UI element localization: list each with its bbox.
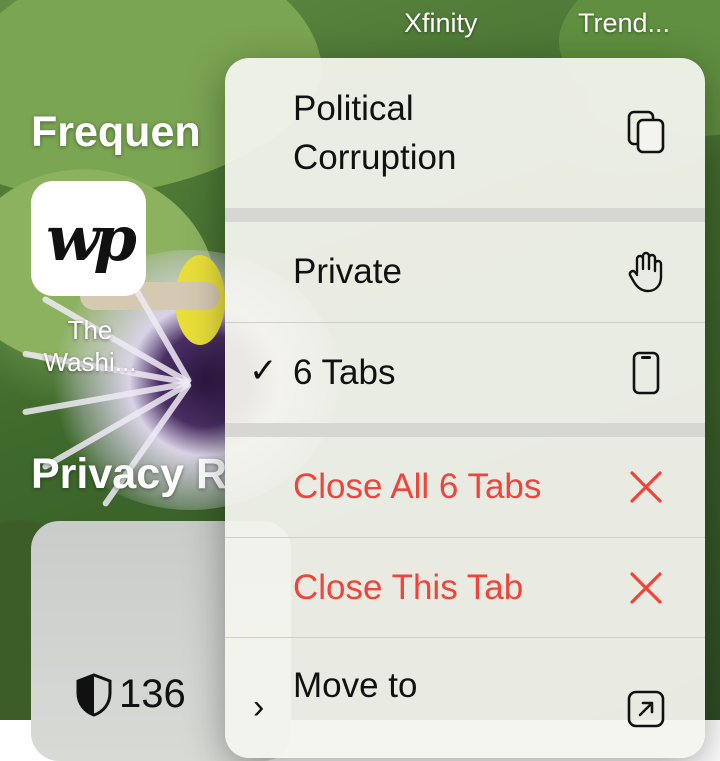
move-to-label: Move to [293,666,418,705]
tab-group-name-line1: Political [293,89,414,128]
washington-post-tile[interactable]: wp [31,181,146,296]
favorite-trend-label[interactable]: Trend... [578,8,670,39]
checkmark-icon: ✓ [249,352,278,390]
favorite-xfinity-label[interactable]: Xfinity [404,8,478,39]
frequently-visited-title: Frequen [31,108,201,156]
arrow-up-right-square-icon [623,686,669,732]
close-this-label: Close This Tab [293,568,524,607]
privacy-report-title: Privacy R [31,450,228,498]
tab-groups-menu: Political Corruption Private ✓ 6 Tabs Cl… [225,58,705,758]
iphone-icon [623,350,669,396]
tab-group-icon [623,109,669,155]
caption-line-2: Washi... [43,347,137,377]
close-all-label: Close All 6 Tabs [293,467,542,506]
shield-icon [76,672,112,717]
washington-post-caption[interactable]: The Washi... [20,314,160,378]
tabs-label: 6 Tabs [293,353,396,392]
close-icon [623,565,669,611]
menu-item-private[interactable]: Private [225,222,705,322]
favorites-row: Xfinity Trend... [0,0,720,50]
menu-item-move-to[interactable]: › Move to [225,638,705,758]
private-label: Private [293,252,402,291]
caption-line-1: The [67,315,113,345]
menu-item-political-corruption[interactable]: Political Corruption [225,58,705,208]
close-icon [623,464,669,510]
menu-item-close-this-tab[interactable]: Close This Tab [225,538,705,638]
menu-section-divider [225,423,705,437]
chevron-right-icon: › [253,688,265,726]
menu-item-6-tabs[interactable]: ✓ 6 Tabs [225,323,705,423]
menu-section-divider [225,208,705,222]
menu-item-close-all-tabs[interactable]: Close All 6 Tabs [225,437,705,537]
tab-group-name-line2: Corruption [293,138,457,177]
washington-post-logo: wp [46,202,137,275]
tracker-count-value: 136 [119,672,186,716]
tracker-count: 136 [75,672,186,717]
hand-raised-icon [623,249,669,295]
